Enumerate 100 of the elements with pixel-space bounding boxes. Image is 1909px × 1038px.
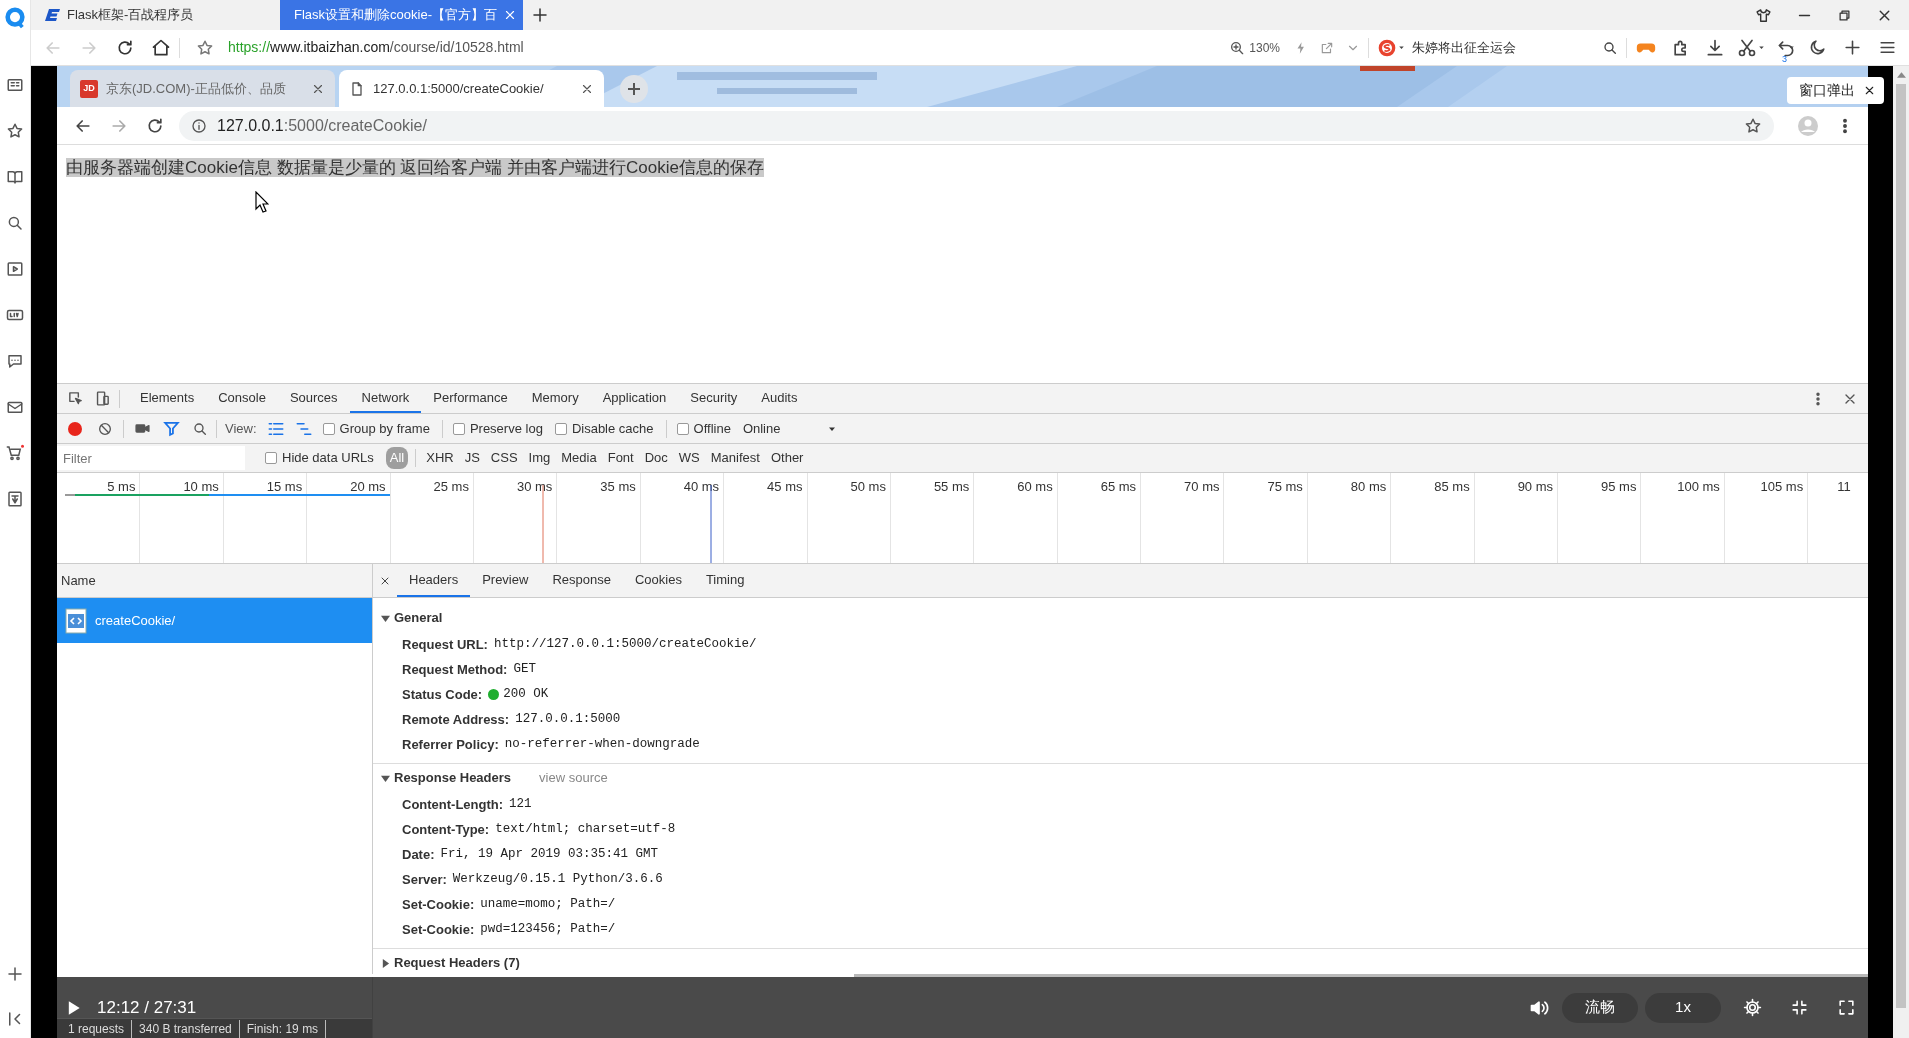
checkbox[interactable] xyxy=(322,422,335,435)
type-filter[interactable]: WS xyxy=(674,447,704,469)
disclosure-triangle-icon[interactable] xyxy=(381,958,390,968)
skin-icon[interactable] xyxy=(1755,6,1772,24)
type-filter[interactable]: JS xyxy=(460,447,484,469)
detail-tab[interactable]: Response xyxy=(540,564,623,597)
header-name: Status Code: xyxy=(402,685,483,704)
popup-label[interactable]: 窗口弹出 xyxy=(1799,80,1855,101)
detail-tab[interactable]: Cookies xyxy=(622,564,694,597)
settings-icon[interactable] xyxy=(1743,998,1762,1017)
time-tick: 70 ms xyxy=(1184,479,1220,494)
devtools-tab[interactable]: Security xyxy=(678,384,750,413)
cart-icon[interactable] xyxy=(5,444,25,462)
type-filter[interactable]: Manifest xyxy=(706,447,764,469)
status-text: Finish: 19 ms xyxy=(239,1019,327,1038)
book-icon[interactable] xyxy=(6,168,24,186)
share-icon[interactable] xyxy=(1320,40,1334,55)
search-field[interactable]: 朱婷将出征全运会 xyxy=(1412,37,1602,58)
devtools-tab[interactable]: Performance xyxy=(421,384,520,413)
section-title[interactable]: Request Headers (7) xyxy=(394,953,520,973)
star-icon[interactable] xyxy=(6,122,24,140)
inspect-icon[interactable] xyxy=(67,390,84,407)
restore-icon[interactable] xyxy=(1837,7,1852,23)
search-icon[interactable] xyxy=(1602,39,1618,56)
address-field[interactable]: 127.0.0.1:5000/createCookie/ xyxy=(179,110,1774,141)
filter-icon[interactable] xyxy=(163,420,180,437)
view-source-link[interactable]: view source xyxy=(539,768,608,788)
bookmark-icon[interactable] xyxy=(1744,116,1762,135)
type-filter[interactable]: Font xyxy=(603,447,638,469)
translate-icon[interactable] xyxy=(6,490,24,508)
option-label[interactable]: Offline xyxy=(693,418,731,439)
search-icon[interactable] xyxy=(192,420,208,437)
time-tick: 40 ms xyxy=(683,479,720,494)
new-tab-icon[interactable] xyxy=(620,74,648,103)
scrollbar-thumb[interactable] xyxy=(1896,84,1906,1008)
news-icon[interactable] xyxy=(6,76,24,94)
devtools-tab[interactable]: Memory xyxy=(519,384,591,413)
quality-button[interactable]: 流畅 xyxy=(1562,992,1638,1023)
type-filter[interactable]: Doc xyxy=(640,447,672,469)
option-label[interactable]: Group by frame xyxy=(339,418,430,439)
option-label[interactable]: Disable cache xyxy=(571,418,654,439)
zoom-level[interactable]: 130% xyxy=(1249,38,1280,57)
browser-tab[interactable]: 127.0.0.1:5000/createCookie/ xyxy=(339,70,604,107)
checkbox[interactable] xyxy=(554,422,567,435)
scissors-icon[interactable] xyxy=(1737,37,1757,58)
devtools-tab[interactable]: Audits xyxy=(749,384,810,413)
option-label[interactable]: Hide data URLs xyxy=(282,448,374,468)
search-icon[interactable] xyxy=(6,214,24,232)
devtools-tab[interactable]: Console xyxy=(206,384,278,413)
fullscreen-icon[interactable] xyxy=(1837,998,1856,1017)
time-tick: 60 ms xyxy=(1017,479,1053,494)
shrink-icon[interactable] xyxy=(1790,998,1809,1017)
page-text: 由服务器端创建Cookie信息 数据量是少量的 返回给客户端 并由客户端进行Cookie信息的保存 xyxy=(66,158,764,177)
throttling-select[interactable]: Online xyxy=(742,418,781,439)
bookmark-icon[interactable] xyxy=(196,38,214,57)
night-mode-icon[interactable] xyxy=(1808,38,1827,57)
detail-tab[interactable]: Timing xyxy=(693,564,757,597)
checkbox[interactable] xyxy=(452,422,465,435)
download-icon[interactable] xyxy=(1705,37,1725,58)
home-icon[interactable] xyxy=(151,37,171,58)
section-title[interactable]: Response Headers xyxy=(394,768,512,788)
detail-tab[interactable]: Headers xyxy=(397,564,471,597)
checkbox[interactable] xyxy=(676,422,689,435)
header-value: uname=momo; Path=/ xyxy=(480,896,616,914)
option-label[interactable]: Preserve log xyxy=(469,418,543,439)
browser-tab[interactable]: Flask设置和删除cookie-【官方】百 xyxy=(280,0,523,30)
type-filter[interactable]: XHR xyxy=(422,447,458,469)
browser-tab[interactable]: Flask框架-百战程序员 xyxy=(37,0,280,30)
detail-tab[interactable]: Preview xyxy=(470,564,541,597)
devtools-tab[interactable]: Elements xyxy=(128,384,207,413)
type-filter[interactable]: CSS xyxy=(486,447,522,469)
disclosure-triangle-icon[interactable] xyxy=(381,613,390,623)
type-filter[interactable]: Img xyxy=(524,447,555,469)
type-filter[interactable]: Other xyxy=(766,447,808,469)
section-title[interactable]: General xyxy=(394,608,443,628)
devtools-tab[interactable]: Sources xyxy=(277,384,350,413)
scroll-up-icon[interactable] xyxy=(1896,72,1906,78)
browser-tab[interactable]: JD 京东(JD.COM)-正品低价、品质 xyxy=(70,70,335,107)
filter-field[interactable]: Filter xyxy=(57,446,245,470)
disclosure-triangle-icon[interactable] xyxy=(381,773,390,783)
time-tick: 45 ms xyxy=(767,479,803,494)
close-icon[interactable] xyxy=(1863,84,1876,97)
search-engine-icon[interactable] xyxy=(1377,37,1397,58)
header-name: Request URL: xyxy=(402,635,488,654)
column-header[interactable]: Name xyxy=(61,570,96,591)
devtools-tab[interactable]: Application xyxy=(590,384,679,413)
chat-icon[interactable] xyxy=(6,352,24,370)
device-icon[interactable] xyxy=(94,390,111,407)
logo-icon[interactable] xyxy=(4,7,26,29)
record-icon[interactable] xyxy=(67,420,83,437)
address-field[interactable]: https://www.itbaizhan.com/course/id/10528.html xyxy=(228,37,524,58)
speed-button[interactable]: 1x xyxy=(1645,992,1721,1023)
checkbox[interactable] xyxy=(265,452,277,464)
new-tab-icon[interactable] xyxy=(531,6,549,24)
clear-icon[interactable] xyxy=(97,420,113,437)
type-filter[interactable]: Media xyxy=(557,447,601,469)
video-icon[interactable] xyxy=(6,260,24,278)
zoom-icon[interactable] xyxy=(1229,39,1246,56)
add-icon[interactable] xyxy=(1843,38,1862,57)
info-icon xyxy=(191,117,207,134)
